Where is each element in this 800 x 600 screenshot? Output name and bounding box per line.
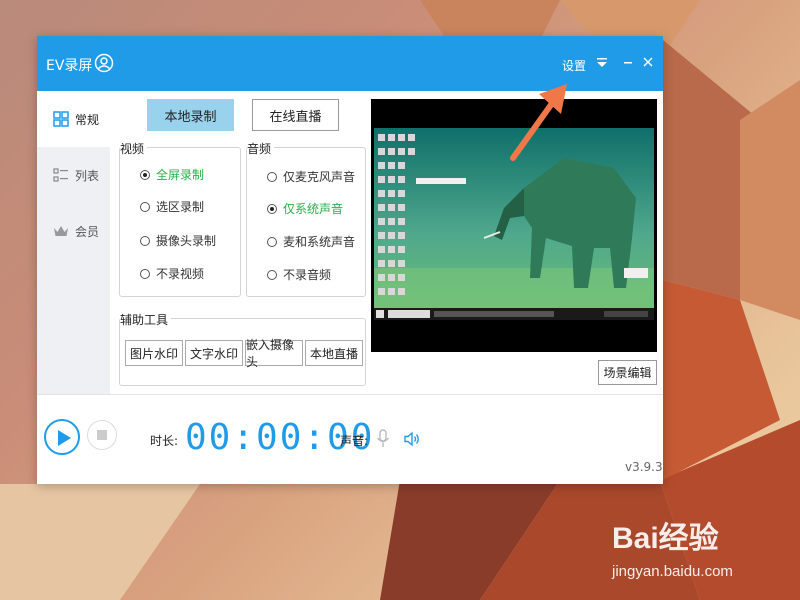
- option-label: 不录视频: [156, 267, 205, 281]
- minimize-icon[interactable]: [623, 56, 633, 68]
- watermark-url: jingyan.baidu.com: [612, 563, 733, 580]
- sidebar-item-label: 常规: [75, 112, 100, 127]
- radio-button[interactable]: [267, 171, 277, 182]
- audio-group-title: 音频: [247, 140, 275, 157]
- option-label: 选区录制: [156, 200, 205, 214]
- sidebar-item-general[interactable]: 常规: [37, 91, 110, 147]
- audio-option-mic[interactable]: 仅麦克风声音: [267, 168, 355, 185]
- annotation-arrow-icon: [510, 84, 567, 161]
- dropdown-menu-icon[interactable]: [597, 56, 607, 68]
- grid-icon: [53, 111, 69, 127]
- close-icon[interactable]: [643, 56, 653, 68]
- video-option-camera[interactable]: 摄像头录制: [140, 232, 216, 249]
- sidebar-item-label: 列表: [75, 168, 100, 183]
- video-option-none[interactable]: 不录视频: [140, 265, 204, 282]
- sidebar: 常规 列表 会员: [37, 91, 110, 394]
- option-label: 全屏录制: [156, 168, 205, 182]
- sidebar-item-list[interactable]: 列表: [37, 147, 110, 203]
- crown-icon: [54, 226, 68, 236]
- option-label: 仅麦克风声音: [283, 170, 356, 184]
- tools-group-title: 辅助工具: [120, 311, 172, 328]
- radio-button[interactable]: [267, 269, 277, 280]
- play-record-button[interactable]: [44, 419, 80, 455]
- watermark-brand: Bai经验: [612, 522, 719, 555]
- stop-button[interactable]: [87, 420, 117, 450]
- sidebar-item-label: 会员: [75, 224, 100, 239]
- sidebar-item-vip[interactable]: 会员: [37, 203, 110, 259]
- tab-local-record[interactable]: 本地录制: [147, 99, 234, 131]
- duration-label: 时长:: [150, 434, 179, 448]
- tab-live-stream[interactable]: 在线直播: [252, 99, 339, 131]
- microphone-icon[interactable]: [376, 429, 390, 449]
- local-live-button[interactable]: 本地直播: [305, 340, 363, 366]
- scene-edit-button[interactable]: 场景编辑: [598, 360, 657, 385]
- video-group: 视频 全屏录制 选区录制 摄像头录制 不录视频: [119, 140, 241, 297]
- radio-button[interactable]: [140, 235, 150, 246]
- audio-group: 音频 仅麦克风声音 仅系统声音 麦和系统声音 不录音频: [246, 140, 366, 297]
- text-watermark-button[interactable]: 文字水印: [185, 340, 243, 366]
- video-group-title: 视频: [120, 140, 148, 157]
- list-icon: [53, 168, 68, 182]
- audio-option-system[interactable]: 仅系统声音: [267, 200, 343, 217]
- version-label: v3.9.3: [625, 460, 663, 474]
- radio-button[interactable]: [140, 201, 150, 212]
- volume-label: 声音:: [340, 434, 369, 448]
- video-option-region[interactable]: 选区录制: [140, 198, 204, 215]
- image-watermark-button[interactable]: 图片水印: [125, 340, 183, 366]
- option-label: 麦和系统声音: [283, 235, 356, 249]
- radio-button[interactable]: [140, 268, 150, 279]
- radio-button[interactable]: [267, 203, 277, 214]
- option-label: 不录音频: [283, 268, 332, 282]
- embed-camera-button[interactable]: 嵌入摄像头: [245, 338, 303, 369]
- divider: [37, 394, 663, 395]
- audio-option-both[interactable]: 麦和系统声音: [267, 233, 355, 250]
- baidu-jingyan-watermark: Bai经验 jingyan.baidu.com: [612, 513, 782, 583]
- settings-button[interactable]: 设置: [562, 57, 586, 74]
- user-account-icon[interactable]: [94, 53, 114, 73]
- option-label: 摄像头录制: [156, 234, 217, 248]
- option-label: 仅系统声音: [283, 202, 344, 216]
- radio-button[interactable]: [140, 169, 150, 180]
- audio-option-none[interactable]: 不录音频: [267, 266, 331, 283]
- video-option-fullscreen[interactable]: 全屏录制: [140, 166, 204, 183]
- app-title: EV录屏: [46, 58, 93, 74]
- radio-button[interactable]: [267, 236, 277, 247]
- speaker-icon[interactable]: [403, 430, 421, 448]
